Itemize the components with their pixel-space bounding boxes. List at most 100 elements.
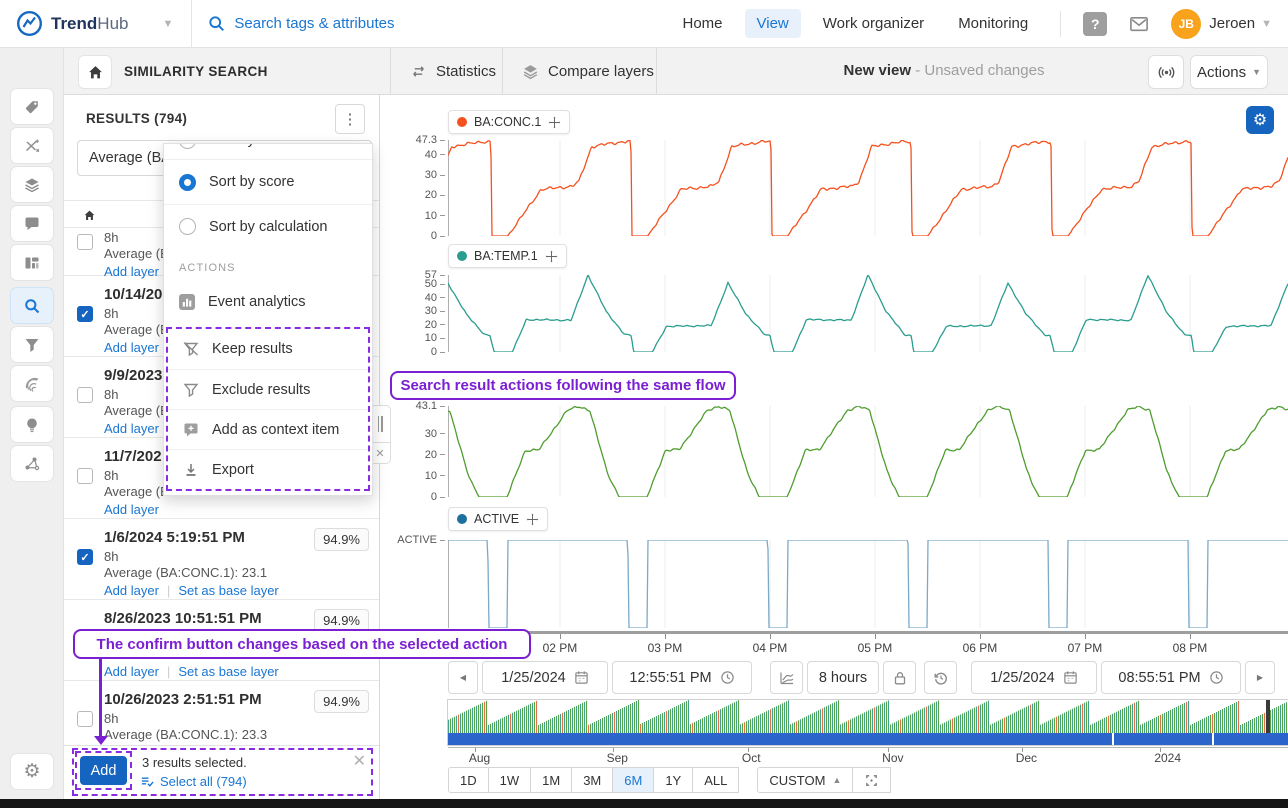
tab-statistics[interactable]: Statistics: [396, 48, 510, 95]
result-checkbox[interactable]: [77, 387, 93, 403]
tab-compare-layers[interactable]: Compare layers: [508, 48, 668, 95]
zoom-preset-6m[interactable]: 6M: [612, 767, 654, 793]
home-tab[interactable]: [78, 55, 112, 89]
close-icon[interactable]: ✕: [353, 751, 366, 771]
start-date-field[interactable]: 1/25/2024: [482, 661, 608, 694]
x-tick-mark: [1190, 634, 1191, 639]
menu-clip: Sort by date: [164, 144, 372, 160]
custom-range-button[interactable]: [852, 767, 891, 793]
help-button[interactable]: ?: [1083, 12, 1107, 36]
move-icon[interactable]: [545, 250, 558, 263]
menu-item-exclude-results[interactable]: Exclude results: [168, 369, 368, 409]
actions-button[interactable]: Actions▼: [1190, 55, 1268, 89]
pan-left-button[interactable]: ◀: [448, 661, 478, 694]
result-checkbox[interactable]: [77, 711, 93, 727]
search-input[interactable]: [234, 15, 554, 32]
menu-item-event-analytics[interactable]: Event analytics: [164, 280, 372, 324]
legend-BA:TEMP.1[interactable]: BA:TEMP.1: [448, 244, 567, 268]
y-tick-label: 30: [388, 428, 445, 440]
pan-right-button[interactable]: ▶: [1245, 661, 1275, 694]
radio-unselected[interactable]: [179, 144, 196, 149]
result-checkbox[interactable]: [77, 234, 93, 250]
sidebar-item-comment[interactable]: [10, 205, 54, 242]
history-button[interactable]: [924, 661, 957, 694]
menu-item-label: Sort by date: [209, 144, 287, 148]
x-tick-mark: [875, 634, 876, 639]
sidebar-item-lightbulb[interactable]: [10, 406, 54, 443]
sidebar-item-graph[interactable]: [10, 445, 54, 482]
sidebar-item-tag[interactable]: [10, 88, 54, 125]
compare-trends-button[interactable]: [770, 661, 803, 694]
menu-item-sort-by-score[interactable]: Sort by score: [164, 160, 372, 204]
set-as-base-layer-link[interactable]: Set as base layer: [178, 583, 278, 598]
menu-item-add-as-context-item[interactable]: Add as context item: [168, 409, 368, 449]
zoom-preset-3m[interactable]: 3M: [571, 767, 613, 793]
annotation-arrow: [99, 659, 102, 738]
sidebar-item-search[interactable]: [10, 287, 54, 324]
calendar-icon: [574, 670, 589, 685]
nav-item-view[interactable]: View: [745, 9, 801, 38]
barchart-icon: [179, 294, 195, 310]
nav-item-home[interactable]: Home: [670, 9, 734, 38]
radio-unselected[interactable]: [179, 218, 196, 235]
y-tick-label: 10: [388, 210, 445, 222]
y-tick-label: 40: [388, 292, 445, 304]
sidebar-item-settings[interactable]: ⚙: [10, 753, 54, 790]
zoom-preset-1w[interactable]: 1W: [488, 767, 532, 793]
zoom-preset-1m[interactable]: 1M: [530, 767, 572, 793]
add-button[interactable]: Add: [80, 756, 127, 785]
legend-ACTIVE[interactable]: ACTIVE: [448, 507, 548, 531]
start-date-value: 1/25/2024: [501, 670, 566, 686]
mini-timeline[interactable]: [447, 699, 1288, 746]
sidebar-item-dashboard[interactable]: [10, 244, 54, 281]
results-menu-button[interactable]: ⋮: [335, 104, 365, 134]
radio-selected[interactable]: [179, 174, 196, 191]
result-checkbox[interactable]: [77, 468, 93, 484]
add-button-highlight: Add: [75, 751, 132, 790]
add-layer-link[interactable]: Add layer: [104, 583, 159, 598]
start-time-field[interactable]: 12:55:51 PM: [612, 661, 752, 694]
zoom-preset-all[interactable]: ALL: [692, 767, 739, 793]
move-icon[interactable]: [526, 513, 539, 526]
sidebar-item-formula[interactable]: [10, 127, 54, 164]
set-as-base-layer-link[interactable]: Set as base layer: [178, 664, 278, 679]
chart-settings-button[interactable]: ⚙: [1246, 106, 1274, 134]
sidebar-item-funnel[interactable]: [10, 326, 54, 363]
result-checkbox[interactable]: ✓: [77, 549, 93, 565]
nav-item-work-organizer[interactable]: Work organizer: [811, 9, 936, 38]
mail-button[interactable]: [1129, 14, 1149, 34]
zoom-preset-custom[interactable]: CUSTOM▲: [757, 767, 853, 793]
brand-chevron-down-icon[interactable]: ▼: [162, 18, 173, 30]
menu-item-sort-by-date[interactable]: Sort by date: [164, 144, 372, 160]
zoom-preset-1d[interactable]: 1D: [448, 767, 489, 793]
result-calculation: Average (BA:CONC.1): 23.1: [104, 565, 367, 581]
sidebar-item-layers[interactable]: [10, 166, 54, 203]
result-checkbox[interactable]: ✓: [77, 306, 93, 322]
menu-item-label: Sort by calculation: [209, 219, 327, 235]
add-layer-link[interactable]: Add layer: [104, 664, 159, 679]
move-icon[interactable]: [548, 116, 561, 129]
duration-select[interactable]: 8 hours: [807, 661, 879, 694]
sidebar-item-fingerprint[interactable]: [10, 365, 54, 402]
select-all-link[interactable]: Select all (794): [140, 773, 247, 789]
legend-BA:CONC.1[interactable]: BA:CONC.1: [448, 110, 570, 134]
menu-item-export[interactable]: Export: [168, 449, 368, 489]
y-tick-label: 30: [388, 305, 445, 317]
end-time-field[interactable]: 08:55:51 PM: [1101, 661, 1241, 694]
brand-logo[interactable]: TrendHub ▼: [16, 10, 173, 37]
nav-item-monitoring[interactable]: Monitoring: [946, 9, 1040, 38]
add-layer-link[interactable]: Add layer: [104, 340, 159, 355]
add-layer-link[interactable]: Add layer: [104, 421, 159, 436]
add-layer-link[interactable]: Add layer: [104, 502, 159, 517]
zoom-preset-1y[interactable]: 1Y: [653, 767, 693, 793]
user-menu[interactable]: JB Jeroen ▼: [1171, 9, 1272, 39]
x-tick-mark: [770, 634, 771, 639]
end-date-field[interactable]: 1/25/2024: [971, 661, 1097, 694]
mini-timeline-selection[interactable]: [448, 733, 1288, 745]
lock-duration-button[interactable]: [883, 661, 916, 694]
clock-icon: [720, 670, 735, 685]
menu-item-sort-by-calculation[interactable]: Sort by calculation: [164, 204, 372, 248]
menu-item-keep-results[interactable]: Keep results: [168, 329, 368, 369]
home-icon: [87, 64, 104, 81]
broadcast-button[interactable]: [1148, 55, 1184, 89]
